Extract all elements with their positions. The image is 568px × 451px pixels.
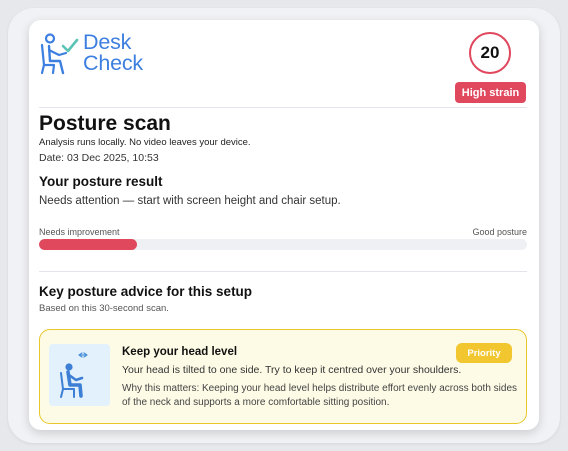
advice-tip-card: Keep your head level Priority Your head … <box>39 329 527 424</box>
brand-name-line1: Desk <box>83 30 132 54</box>
privacy-note: Analysis runs locally. No video leaves y… <box>39 137 251 148</box>
result-heading: Your posture result <box>39 174 163 189</box>
posture-progress-bar <box>39 239 527 250</box>
scan-date: Date: 03 Dec 2025, 10:53 <box>39 152 159 164</box>
brand-name: Desk Check <box>83 30 143 75</box>
tip-body: Your head is tilted to one side. Try to … <box>122 364 462 376</box>
header-divider <box>39 107 527 108</box>
tip-title: Keep your head level <box>122 346 238 358</box>
priority-badge: Priority <box>456 343 512 363</box>
advice-heading: Key posture advice for this setup <box>39 284 253 299</box>
desk-check-logo: Desk Check <box>39 30 143 80</box>
result-summary: Needs attention — start with screen heig… <box>39 195 341 207</box>
posture-report-card: Desk Check 20 High strain Posture scan A… <box>29 20 539 430</box>
scale-high-label: Good posture <box>472 227 527 237</box>
head-tilt-sitting-person-icon <box>60 352 88 398</box>
page-title: Posture scan <box>39 112 171 135</box>
tip-why-matters: Why this matters: Keeping your head leve… <box>122 383 518 408</box>
advice-subheading: Based on this 30-second scan. <box>39 303 169 314</box>
posture-progress-fill <box>39 239 137 250</box>
section-divider <box>39 271 527 272</box>
head-tilt-illustration <box>49 344 110 406</box>
posture-score-ring: 20 <box>469 32 511 74</box>
desk-check-logo-icon <box>40 33 79 75</box>
scale-low-label: Needs improvement <box>39 227 120 237</box>
brand-name-line2: Check <box>83 51 143 75</box>
strain-level-badge: High strain <box>455 82 526 103</box>
